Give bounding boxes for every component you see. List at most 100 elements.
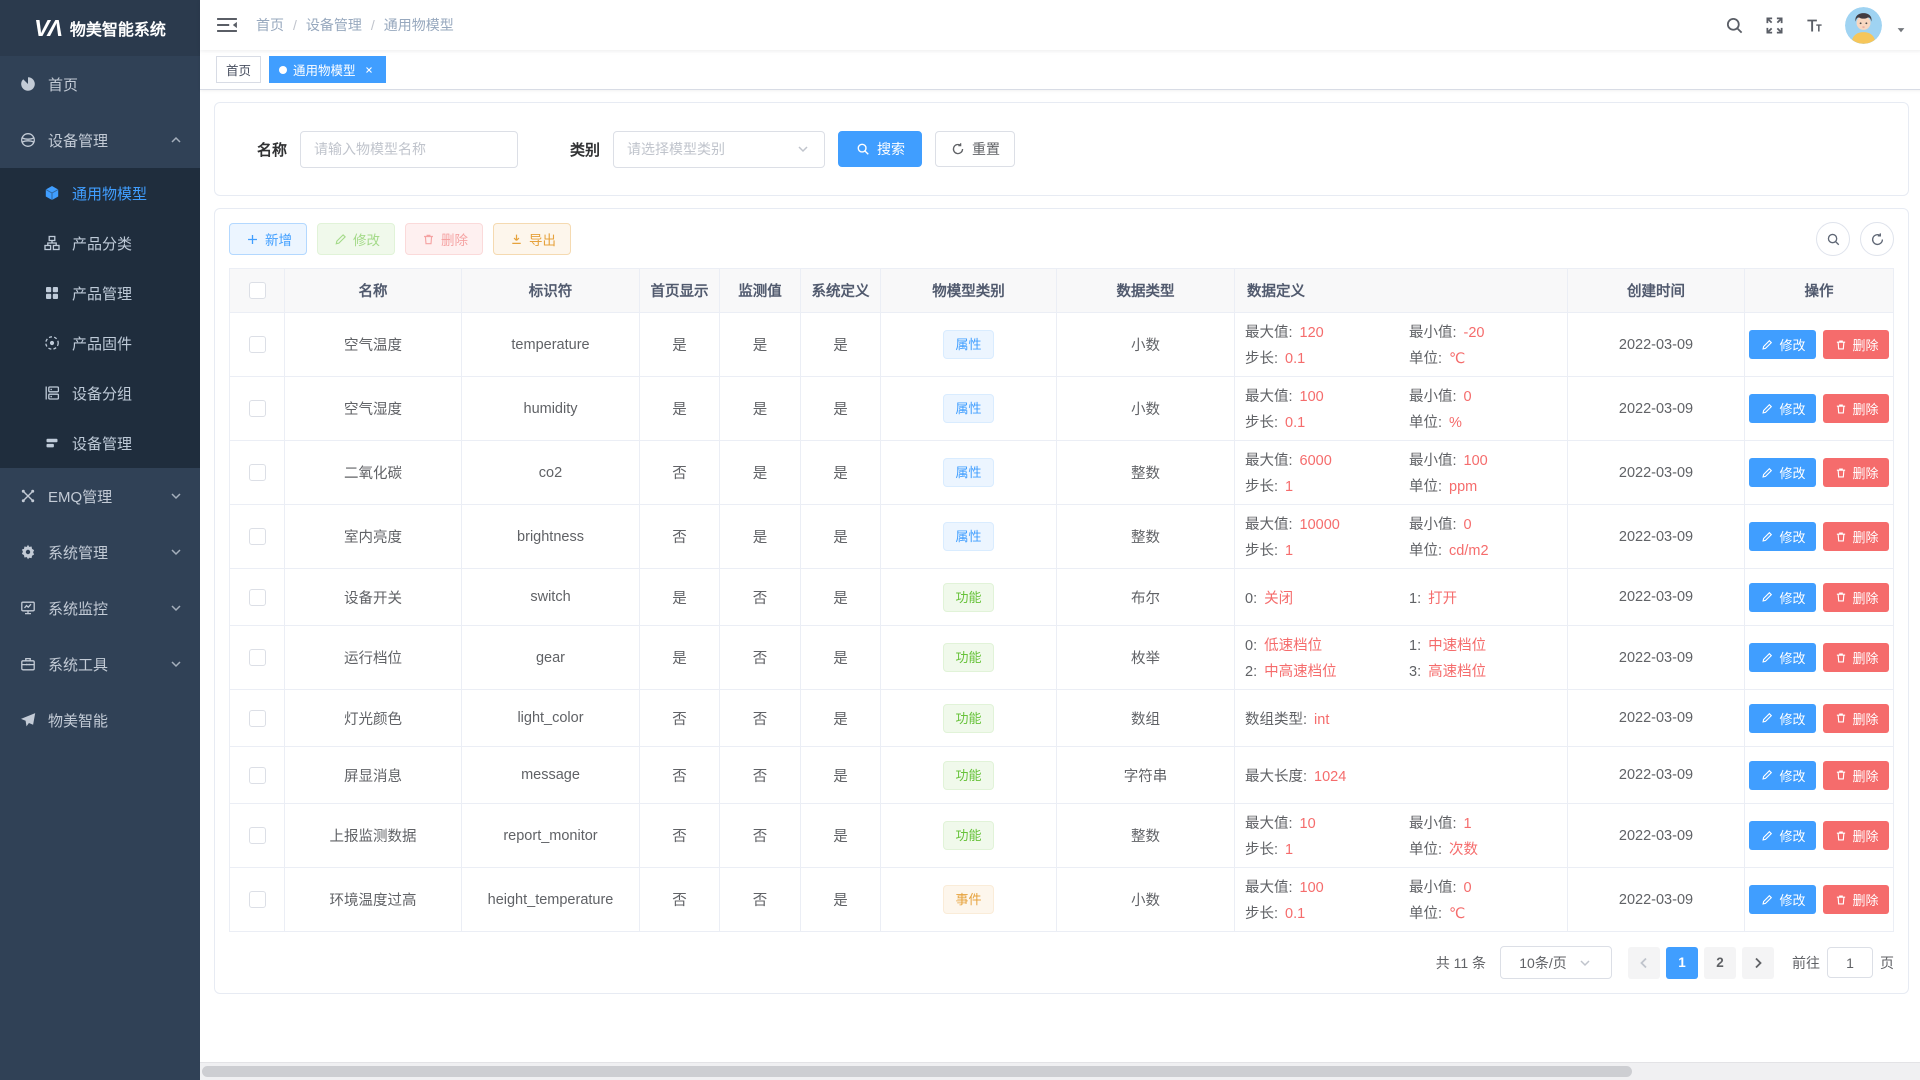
refresh-table-button[interactable] xyxy=(1860,222,1894,256)
delete-button-label: 删除 xyxy=(1853,648,1879,667)
row-checkbox[interactable] xyxy=(249,649,266,666)
scrollbar-thumb[interactable] xyxy=(202,1066,1632,1077)
user-avatar[interactable] xyxy=(1845,7,1882,44)
sidebar-item-emq-manage[interactable]: EMQ管理 xyxy=(0,468,200,524)
edit-button[interactable]: 修改 xyxy=(1749,704,1815,733)
page-button-1[interactable]: 1 xyxy=(1666,947,1698,979)
def-key: 最大值: xyxy=(1245,816,1293,832)
sidebar-item-device-list[interactable]: 设备管理 xyxy=(0,418,200,468)
row-checkbox[interactable] xyxy=(249,767,266,784)
horizontal-scrollbar[interactable] xyxy=(200,1062,1920,1080)
page-button-2[interactable]: 2 xyxy=(1704,947,1736,979)
sidebar-item-thing-model[interactable]: 通用物模型 xyxy=(0,168,200,218)
edit-button[interactable]: 修改 xyxy=(1749,821,1815,850)
close-icon[interactable] xyxy=(362,63,376,77)
delete-button[interactable]: 删除 xyxy=(1823,583,1889,612)
breadcrumb-item[interactable]: 设备管理 xyxy=(306,15,362,35)
edit-button[interactable]: 修改 xyxy=(1749,522,1815,551)
delete-button-label: 删除 xyxy=(1853,766,1879,785)
trash-icon xyxy=(1833,337,1849,353)
edit-button[interactable]: 修改 xyxy=(1749,330,1815,359)
delete-button[interactable]: 删除 xyxy=(1823,522,1889,551)
page-size-select[interactable]: 10条/页 xyxy=(1500,946,1612,979)
tab-thing-model[interactable]: 通用物模型 xyxy=(269,56,386,83)
reset-button[interactable]: 重置 xyxy=(935,131,1015,167)
edit-button[interactable]: 修改 xyxy=(1749,583,1815,612)
sidebar-item-wumei-smart[interactable]: 物美智能 xyxy=(0,692,200,748)
page-size-value: 10条/页 xyxy=(1519,953,1566,973)
edit-selected-button[interactable]: 修改 xyxy=(317,223,395,255)
trash-icon xyxy=(1833,828,1849,844)
delete-selected-button[interactable]: 删除 xyxy=(405,223,483,255)
cell-data-type: 整数 xyxy=(1057,804,1235,868)
row-checkbox[interactable] xyxy=(249,336,266,353)
edit-button[interactable]: 修改 xyxy=(1749,761,1815,790)
sidebar-item-label: 系统监控 xyxy=(48,598,108,619)
sidebar-item-device-manage[interactable]: 设备管理 xyxy=(0,112,200,168)
delete-button[interactable]: 删除 xyxy=(1823,458,1889,487)
edit-button[interactable]: 修改 xyxy=(1749,458,1815,487)
sidebar-collapse-icon[interactable] xyxy=(216,16,238,34)
data-def-pair: 0:关闭 xyxy=(1245,587,1409,608)
delete-button[interactable]: 删除 xyxy=(1823,704,1889,733)
breadcrumb-item[interactable]: 首页 xyxy=(256,15,284,35)
breadcrumb-separator: / xyxy=(293,17,297,33)
sidebar-item-product-category[interactable]: 产品分类 xyxy=(0,218,200,268)
delete-button[interactable]: 删除 xyxy=(1823,643,1889,672)
edit-button[interactable]: 修改 xyxy=(1749,885,1815,914)
def-key: 最小值: xyxy=(1409,517,1457,533)
row-checkbox[interactable] xyxy=(249,827,266,844)
header-search-icon[interactable] xyxy=(1725,16,1744,35)
font-size-icon[interactable] xyxy=(1805,16,1824,35)
category-tag: 属性 xyxy=(943,522,993,551)
cell-actions: 修改 删除 xyxy=(1745,690,1894,747)
sidebar-item-device-group[interactable]: 设备分组 xyxy=(0,368,200,418)
row-checkbox[interactable] xyxy=(249,528,266,545)
row-checkbox[interactable] xyxy=(249,710,266,727)
table-row: 上报监测数据 report_monitor 否 否 是 功能 整数 最大值:10… xyxy=(230,804,1894,868)
tab-home[interactable]: 首页 xyxy=(216,56,261,83)
sidebar-item-system-manage[interactable]: 系统管理 xyxy=(0,524,200,580)
select-all-checkbox[interactable] xyxy=(249,282,266,299)
cell-data-definition: 最大值:10000最小值:0步长:1单位:cd/m2 xyxy=(1235,505,1568,569)
cell-created: 2022-03-09 xyxy=(1568,377,1745,441)
edit-button[interactable]: 修改 xyxy=(1749,643,1815,672)
sidebar-item-system-tools[interactable]: 系统工具 xyxy=(0,636,200,692)
toggle-search-button[interactable] xyxy=(1816,222,1850,256)
row-checkbox[interactable] xyxy=(249,400,266,417)
category-icon xyxy=(44,235,60,251)
search-button[interactable]: 搜索 xyxy=(838,131,922,167)
table-row: 环境温度过高 height_temperature 否 否 是 事件 小数 最大… xyxy=(230,868,1894,932)
prev-page-button[interactable] xyxy=(1628,947,1660,979)
device-manage-icon xyxy=(20,132,36,148)
sidebar-item-system-monitor[interactable]: 系统监控 xyxy=(0,580,200,636)
fullscreen-icon[interactable] xyxy=(1765,16,1784,35)
data-def-pair: 单位:cd/m2 xyxy=(1409,539,1557,560)
row-checkbox[interactable] xyxy=(249,464,266,481)
sidebar-item-product-firmware[interactable]: 产品固件 xyxy=(0,318,200,368)
row-checkbox[interactable] xyxy=(249,589,266,606)
delete-button[interactable]: 删除 xyxy=(1823,394,1889,423)
edit-button[interactable]: 修改 xyxy=(1749,394,1815,423)
delete-button[interactable]: 删除 xyxy=(1823,330,1889,359)
row-checkbox[interactable] xyxy=(249,891,266,908)
goto-page-input[interactable] xyxy=(1827,947,1873,978)
export-button[interactable]: 导出 xyxy=(493,223,571,255)
caret-down-icon[interactable] xyxy=(1895,24,1907,36)
cell-home-display: 否 xyxy=(640,747,720,804)
delete-button[interactable]: 删除 xyxy=(1823,821,1889,850)
category-select[interactable]: 请选择模型类别 xyxy=(613,131,825,168)
data-def-pair: 最小值:0 xyxy=(1409,876,1557,897)
delete-button[interactable]: 删除 xyxy=(1823,761,1889,790)
data-def-pair: 数组类型:int xyxy=(1245,708,1409,729)
sidebar-item-product-manage[interactable]: 产品管理 xyxy=(0,268,200,318)
model-name-input[interactable] xyxy=(300,131,518,168)
add-button[interactable]: 新增 xyxy=(229,223,307,255)
trash-icon xyxy=(1833,465,1849,481)
edit-button-label: 修改 xyxy=(1779,709,1805,728)
sidebar-item-home[interactable]: 首页 xyxy=(0,56,200,112)
trash-icon xyxy=(1833,767,1849,783)
delete-button[interactable]: 删除 xyxy=(1823,885,1889,914)
cell-data-type: 小数 xyxy=(1057,377,1235,441)
next-page-button[interactable] xyxy=(1742,947,1774,979)
